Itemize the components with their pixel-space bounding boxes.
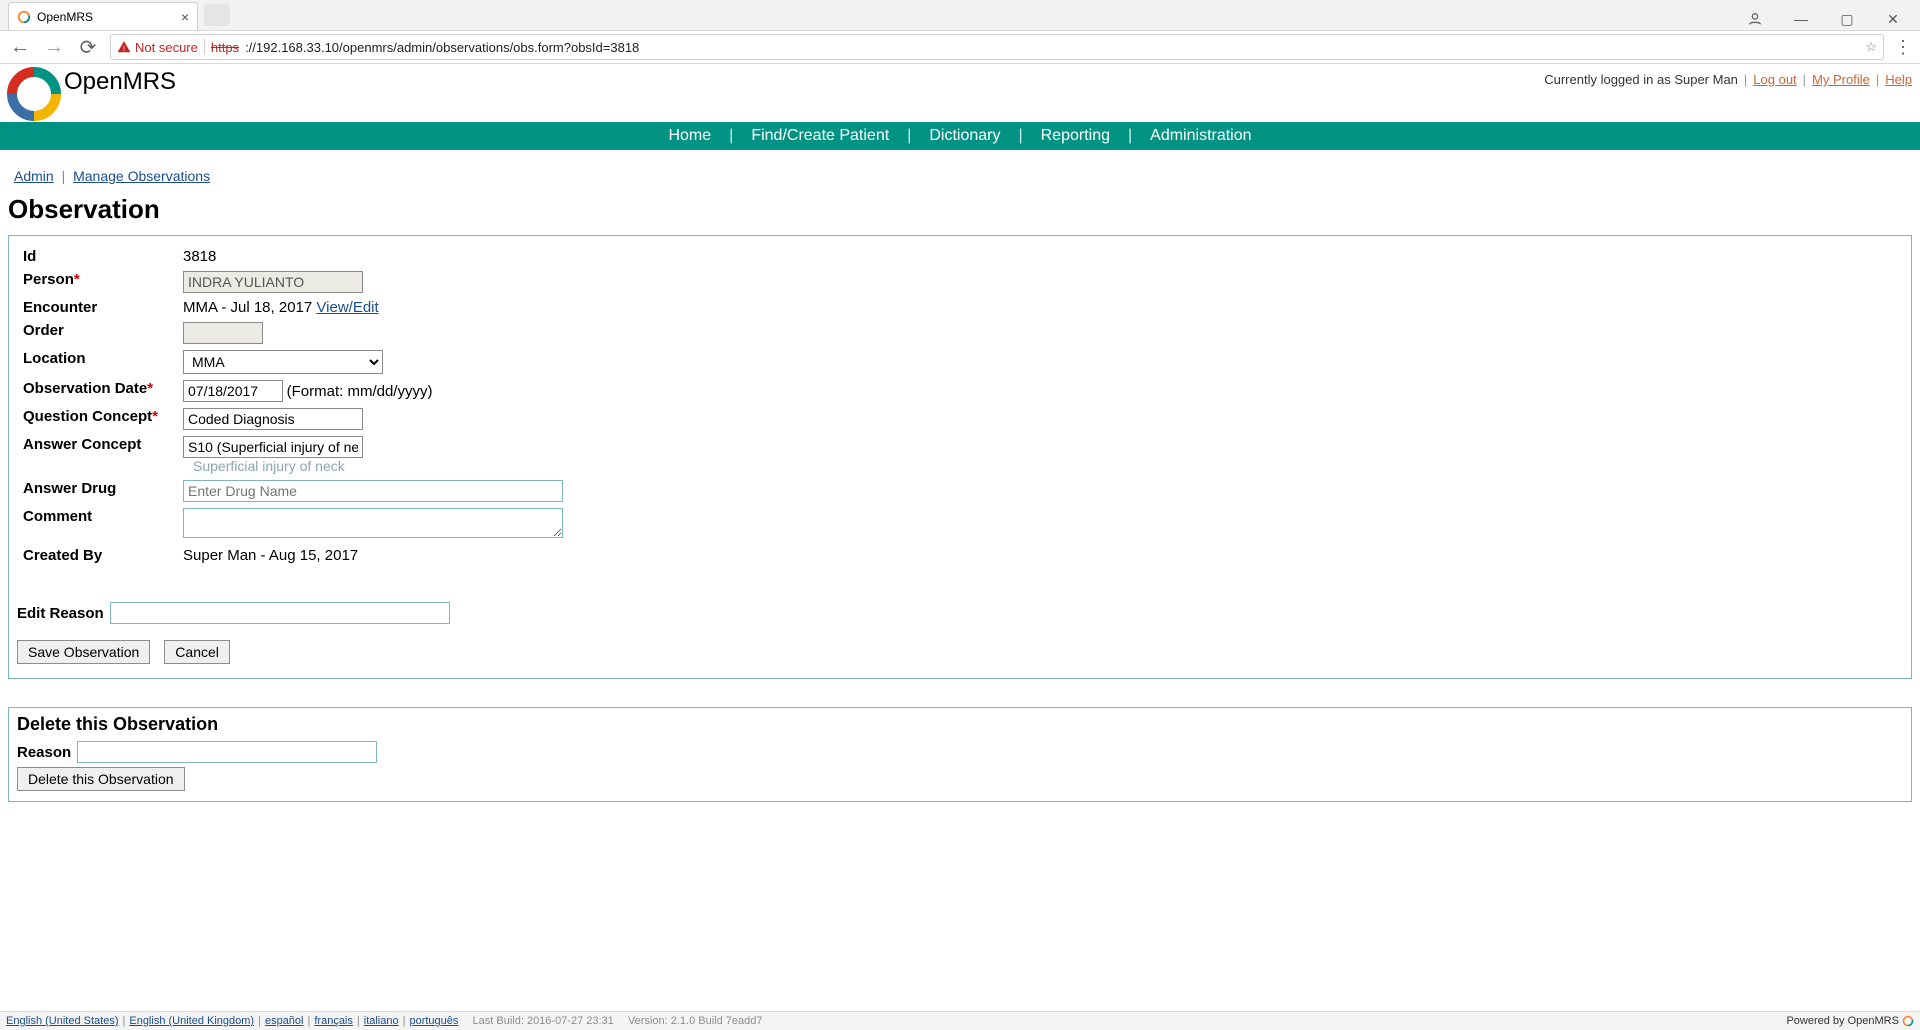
logged-in-text: Currently logged in as Super Man (1544, 72, 1738, 87)
browser-back-icon[interactable]: ← (8, 36, 32, 59)
label-question-concept: Question Concept (23, 408, 152, 425)
question-concept-field[interactable] (183, 408, 363, 430)
lang-en-gb[interactable]: English (United Kingdom) (129, 1015, 254, 1027)
person-field[interactable] (183, 271, 363, 293)
encounter-view-edit-link[interactable]: View/Edit (316, 299, 378, 316)
browser-reload-icon[interactable]: ⟳ (76, 35, 100, 60)
delete-observation-box: Delete this Observation Reason Delete th… (8, 707, 1912, 802)
user-links: Currently logged in as Super Man | Log o… (1544, 72, 1912, 87)
nav-administration[interactable]: Administration (1150, 127, 1251, 145)
main-nav: Home| Find/Create Patient| Dictionary| R… (0, 122, 1920, 150)
label-edit-reason: Edit Reason (17, 605, 104, 622)
label-order: Order (19, 320, 177, 346)
location-select[interactable]: MMA (183, 350, 383, 374)
browser-tab-title: OpenMRS (37, 10, 93, 24)
observation-date-field[interactable] (183, 380, 283, 402)
comment-field[interactable] (183, 508, 563, 538)
warning-icon (117, 40, 131, 54)
openmrs-logo (6, 66, 62, 125)
answer-concept-subtext: Superficial injury of neck (193, 458, 345, 474)
footer-version: Version: 2.1.0 Build 7eadd7 (628, 1015, 763, 1027)
lang-fr[interactable]: français (314, 1015, 353, 1027)
lang-it[interactable]: italiano (364, 1015, 399, 1027)
nav-reporting[interactable]: Reporting (1041, 127, 1110, 145)
answer-drug-field[interactable] (183, 480, 563, 502)
footer-powered: Powered by OpenMRS (1786, 1015, 1914, 1027)
label-location: Location (19, 348, 177, 376)
help-link[interactable]: Help (1885, 72, 1912, 87)
label-encounter: Encounter (19, 297, 177, 318)
value-created-by: Super Man - Aug 15, 2017 (179, 545, 567, 566)
browser-tab[interactable]: OpenMRS × (8, 2, 198, 30)
edit-reason-field[interactable] (110, 602, 450, 624)
encounter-text: MMA - Jul 18, 2017 (183, 299, 316, 316)
breadcrumb: Admin | Manage Observations (0, 150, 1920, 188)
value-id: 3818 (179, 246, 567, 267)
order-field[interactable] (183, 322, 263, 344)
nav-home[interactable]: Home (668, 127, 711, 145)
label-delete-reason: Reason (17, 744, 71, 761)
window-close-icon[interactable]: ✕ (1876, 11, 1910, 30)
label-created-by: Created By (19, 545, 177, 566)
delete-reason-field[interactable] (77, 741, 377, 763)
new-tab-button[interactable] (204, 4, 230, 26)
account-icon[interactable] (1738, 11, 1772, 30)
url-rest: ://192.168.33.10/openmrs/admin/observati… (245, 40, 639, 55)
tab-close-icon[interactable]: × (181, 9, 189, 25)
openmrs-favicon (17, 10, 31, 24)
browser-forward-icon[interactable]: → (42, 36, 66, 59)
label-answer-concept: Answer Concept (19, 434, 177, 476)
footer: English (United States)| English (United… (0, 1011, 1920, 1030)
addr-separator (204, 39, 205, 55)
url-scheme: https (211, 40, 239, 55)
window-maximize-icon[interactable]: ▢ (1830, 11, 1864, 30)
lang-pt[interactable]: português (409, 1015, 458, 1027)
bookmark-star-icon[interactable]: ☆ (1865, 39, 1877, 55)
footer-build: Last Build: 2016-07-27 23:31 (473, 1015, 614, 1027)
observation-form: Id 3818 Person* Encounter MMA - Jul 18, … (8, 235, 1912, 679)
label-person: Person (23, 271, 74, 288)
browser-tabstrip: OpenMRS × — ▢ ✕ (0, 0, 1920, 30)
cancel-button[interactable]: Cancel (164, 640, 230, 664)
browser-menu-icon[interactable]: ⋮ (1894, 37, 1912, 58)
nav-find-create-patient[interactable]: Find/Create Patient (751, 127, 889, 145)
logout-link[interactable]: Log out (1753, 72, 1796, 87)
obs-date-hint: (Format: mm/dd/yyyy) (287, 383, 433, 400)
page-title: Observation (8, 194, 1912, 225)
delete-title: Delete this Observation (17, 714, 1903, 735)
brand-title: OpenMRS (64, 68, 176, 96)
label-answer-drug: Answer Drug (19, 478, 177, 504)
answer-concept-field[interactable] (183, 436, 363, 458)
lang-es[interactable]: español (265, 1015, 304, 1027)
address-bar[interactable]: Not secure https ://192.168.33.10/openmrs… (110, 34, 1884, 60)
label-comment: Comment (19, 506, 177, 543)
browser-toolbar: ← → ⟳ Not secure https ://192.168.33.10/o… (0, 30, 1920, 64)
save-observation-button[interactable]: Save Observation (17, 640, 150, 664)
window-minimize-icon[interactable]: — (1784, 11, 1818, 30)
label-id: Id (19, 246, 177, 267)
not-secure-badge[interactable]: Not secure (117, 40, 198, 55)
my-profile-link[interactable]: My Profile (1812, 72, 1870, 87)
crumb-admin[interactable]: Admin (14, 168, 54, 184)
lang-en-us[interactable]: English (United States) (6, 1015, 119, 1027)
openmrs-footer-icon (1902, 1015, 1914, 1027)
delete-observation-button[interactable]: Delete this Observation (17, 767, 185, 791)
label-obs-date: Observation Date (23, 380, 147, 397)
crumb-manage-observations[interactable]: Manage Observations (73, 168, 210, 184)
nav-dictionary[interactable]: Dictionary (929, 127, 1000, 145)
